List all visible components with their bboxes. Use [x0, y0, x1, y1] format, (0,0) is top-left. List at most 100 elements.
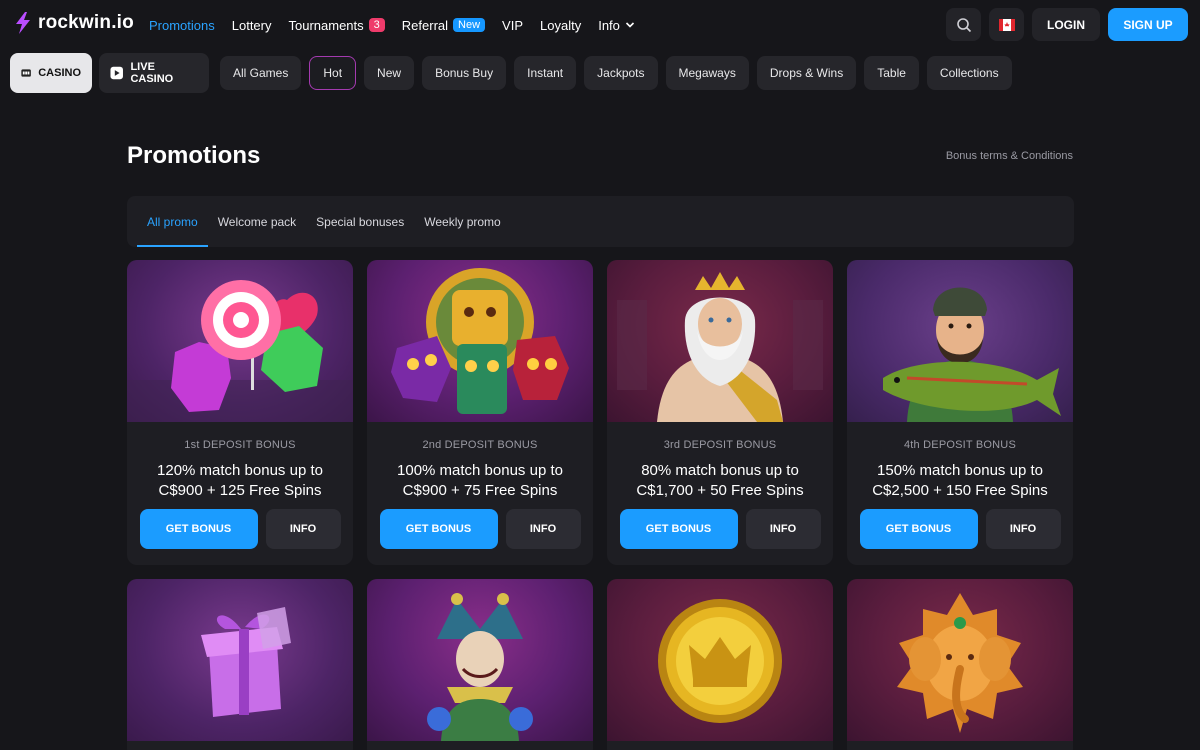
promo-line-1: 150% match bonus up to — [877, 462, 1043, 479]
promo-card — [127, 579, 353, 750]
promo-line-1: 100% match bonus up to — [397, 462, 563, 479]
promo-image — [367, 260, 593, 422]
search-icon — [956, 17, 971, 32]
chevron-down-icon — [625, 22, 634, 28]
promo-body: 1st DEPOSIT BONUS 120% match bonus up to… — [127, 422, 353, 565]
category-jackpots[interactable]: Jackpots — [584, 56, 658, 90]
nav-promotions[interactable]: Promotions — [149, 18, 215, 33]
aztec-masks-icon — [391, 268, 569, 414]
promo-card — [367, 579, 593, 750]
category-instant[interactable]: Instant — [514, 56, 577, 90]
nav-lottery[interactable]: Lottery — [232, 18, 272, 33]
promo-line-1: 80% match bonus up to — [641, 462, 799, 479]
tab-all-promo[interactable]: All promo — [137, 196, 208, 247]
promo-image — [127, 579, 353, 741]
golden-elephant-icon — [897, 593, 1023, 733]
nav-label: VIP — [502, 17, 524, 33]
logo[interactable]: rockwin.io — [14, 12, 134, 34]
promo-description: 120% match bonus up to C$900 + 125 Free … — [127, 461, 353, 501]
nav-referral[interactable]: Referral New — [402, 18, 486, 33]
category-new[interactable]: New — [364, 56, 415, 90]
category-hot[interactable]: Hot — [309, 56, 357, 90]
promo-actions: GET BONUS INFO — [847, 509, 1073, 549]
category-table[interactable]: Table — [864, 56, 919, 90]
language-button[interactable] — [989, 8, 1024, 41]
slot-machine-icon — [21, 69, 31, 77]
category-megaways[interactable]: Megaways — [665, 56, 749, 90]
promo-body: 2nd DEPOSIT BONUS 100% match bonus up to… — [367, 422, 593, 565]
get-bonus-button[interactable]: GET BONUS — [859, 509, 978, 549]
promo-image — [607, 579, 833, 741]
mode-switch: CASINO LIVE CASINO — [10, 53, 209, 93]
tournaments-count-badge: 3 — [368, 18, 385, 32]
info-button[interactable]: INFO — [985, 509, 1061, 549]
jester-icon — [427, 593, 533, 741]
promo-body: 3rd DEPOSIT BONUS 80% match bonus up to … — [607, 422, 833, 565]
nav-label: Info — [598, 17, 620, 33]
nav-label: Loyalty — [540, 17, 582, 33]
candy-lollipop-icon — [127, 280, 353, 422]
info-button[interactable]: INFO — [265, 509, 341, 549]
category-collections[interactable]: Collections — [926, 56, 1012, 90]
promo-line-2: C$900 + 125 Free Spins — [158, 482, 322, 499]
login-button[interactable]: LOGIN — [1032, 8, 1100, 41]
zeus-icon — [617, 272, 823, 422]
lightning-icon — [16, 12, 30, 34]
tab-weekly-promo[interactable]: Weekly promo — [414, 196, 510, 247]
promo-description: 80% match bonus up to C$1,700 + 50 Free … — [607, 461, 833, 501]
category-bonus-buy[interactable]: Bonus Buy — [422, 56, 507, 90]
promo-card: 2nd DEPOSIT BONUS 100% match bonus up to… — [367, 260, 593, 565]
promo-label: 1st DEPOSIT BONUS — [184, 439, 296, 451]
get-bonus-button[interactable]: GET BONUS — [619, 509, 738, 549]
header-actions: LOGIN SIGN UP — [946, 8, 1188, 41]
get-bonus-button[interactable]: GET BONUS — [379, 509, 498, 549]
canada-flag-icon — [998, 18, 1015, 31]
tab-welcome-pack[interactable]: Welcome pack — [208, 196, 306, 247]
main-nav: Promotions Lottery Tournaments 3 Referral… — [149, 0, 652, 50]
nav-label: Tournaments — [288, 17, 364, 33]
promo-image — [127, 260, 353, 422]
category-drops-wins[interactable]: Drops & Wins — [756, 56, 857, 90]
page-title: Promotions — [127, 142, 261, 169]
promo-line-2: C$1,700 + 50 Free Spins — [636, 482, 804, 499]
promo-label: 3rd DEPOSIT BONUS — [663, 439, 777, 451]
tab-special-bonuses[interactable]: Special bonuses — [306, 196, 414, 247]
promo-image — [367, 579, 593, 741]
nav-vip[interactable]: VIP — [502, 18, 523, 33]
info-button[interactable]: INFO — [745, 509, 821, 549]
promo-tabs: All promo Welcome pack Special bonuses W… — [127, 196, 1074, 247]
promo-card: 1st DEPOSIT BONUS 120% match bonus up to… — [127, 260, 353, 565]
search-button[interactable] — [946, 8, 981, 41]
promo-actions: GET BONUS INFO — [367, 509, 593, 549]
play-icon — [110, 66, 123, 80]
gold-crown-coin-icon — [658, 599, 782, 723]
top-bar: rockwin.io Promotions Lottery Tournament… — [0, 0, 1200, 50]
promo-line-1: 120% match bonus up to — [157, 462, 323, 479]
nav-loyalty[interactable]: Loyalty — [540, 18, 581, 33]
casino-mode-button[interactable]: CASINO — [10, 53, 92, 93]
bonus-terms-link[interactable]: Bonus terms & Conditions — [946, 150, 1073, 162]
promo-label: 4th DEPOSIT BONUS — [903, 439, 1016, 451]
category-all-games[interactable]: All Games — [220, 56, 302, 90]
promo-image — [847, 260, 1073, 422]
promo-card: 4th DEPOSIT BONUS 150% match bonus up to… — [847, 260, 1073, 565]
info-button[interactable]: INFO — [505, 509, 581, 549]
promo-actions: GET BONUS INFO — [127, 509, 353, 549]
promo-card: 3rd DEPOSIT BONUS 80% match bonus up to … — [607, 260, 833, 565]
live-casino-mode-button[interactable]: LIVE CASINO — [99, 53, 209, 93]
nav-label: Lottery — [231, 17, 272, 33]
nav-tournaments[interactable]: Tournaments 3 — [289, 18, 385, 33]
promo-body: 4th DEPOSIT BONUS 150% match bonus up to… — [847, 422, 1073, 565]
gift-box-icon — [201, 607, 291, 717]
promo-card — [607, 579, 833, 750]
promo-image — [607, 260, 833, 422]
get-bonus-button[interactable]: GET BONUS — [139, 509, 258, 549]
nav-info[interactable]: Info — [598, 18, 635, 33]
signup-button[interactable]: SIGN UP — [1108, 8, 1188, 41]
live-casino-mode-label: LIVE CASINO — [130, 61, 174, 85]
category-filters: All Games Hot New Bonus Buy Instant Jack… — [220, 56, 1012, 90]
promo-label: 2nd DEPOSIT BONUS — [422, 439, 538, 451]
nav-label: Promotions — [149, 17, 215, 33]
promo-description: 150% match bonus up to C$2,500 + 150 Fre… — [847, 461, 1073, 501]
promo-line-2: C$2,500 + 150 Free Spins — [872, 482, 1048, 499]
